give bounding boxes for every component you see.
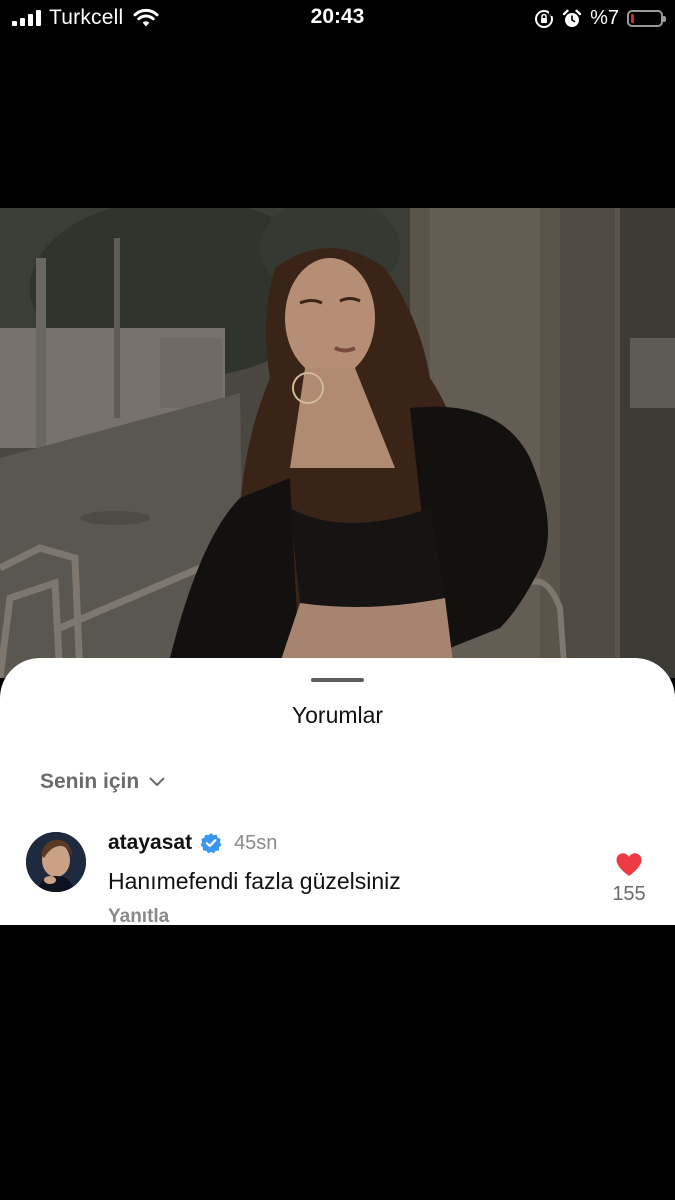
battery-percent: %7: [590, 7, 619, 29]
sheet-title: Yorumlar: [291, 702, 384, 728]
post-photo: [0, 208, 675, 678]
alarm-icon: [562, 9, 582, 27]
comments-filter-dropdown[interactable]: Senin için: [40, 770, 165, 794]
filter-label: Senin için: [40, 770, 140, 793]
status-bar-right: %7: [534, 7, 666, 30]
battery-icon: [627, 10, 666, 27]
orientation-lock-icon: [535, 9, 554, 28]
chevron-down-icon: [149, 777, 165, 786]
verified-badge-icon: [200, 833, 222, 854]
sheet-drag-handle[interactable]: [311, 678, 364, 682]
comment-text: Hanımefendi fazla güzelsiniz: [108, 868, 401, 894]
comment-time: 45sn: [234, 831, 278, 854]
comment-username[interactable]: atayasat: [108, 831, 192, 855]
avatar[interactable]: [26, 832, 86, 892]
battery-level-fill: [631, 14, 634, 23]
status-bar: Turkcell 20:43 %7: [0, 0, 675, 38]
comment-item: atayasat 45sn Hanımefendi fazla güzelsin…: [0, 830, 675, 928]
comments-sheet: Yorumlar Senin için atayasat 45sn Hanıme…: [0, 658, 675, 928]
reply-button[interactable]: Yanıtla: [108, 906, 169, 928]
comment-header: atayasat 45sn: [108, 830, 277, 856]
heart-icon: [616, 853, 642, 876]
like-button[interactable]: 155: [604, 852, 654, 906]
like-count: 155: [612, 883, 646, 905]
